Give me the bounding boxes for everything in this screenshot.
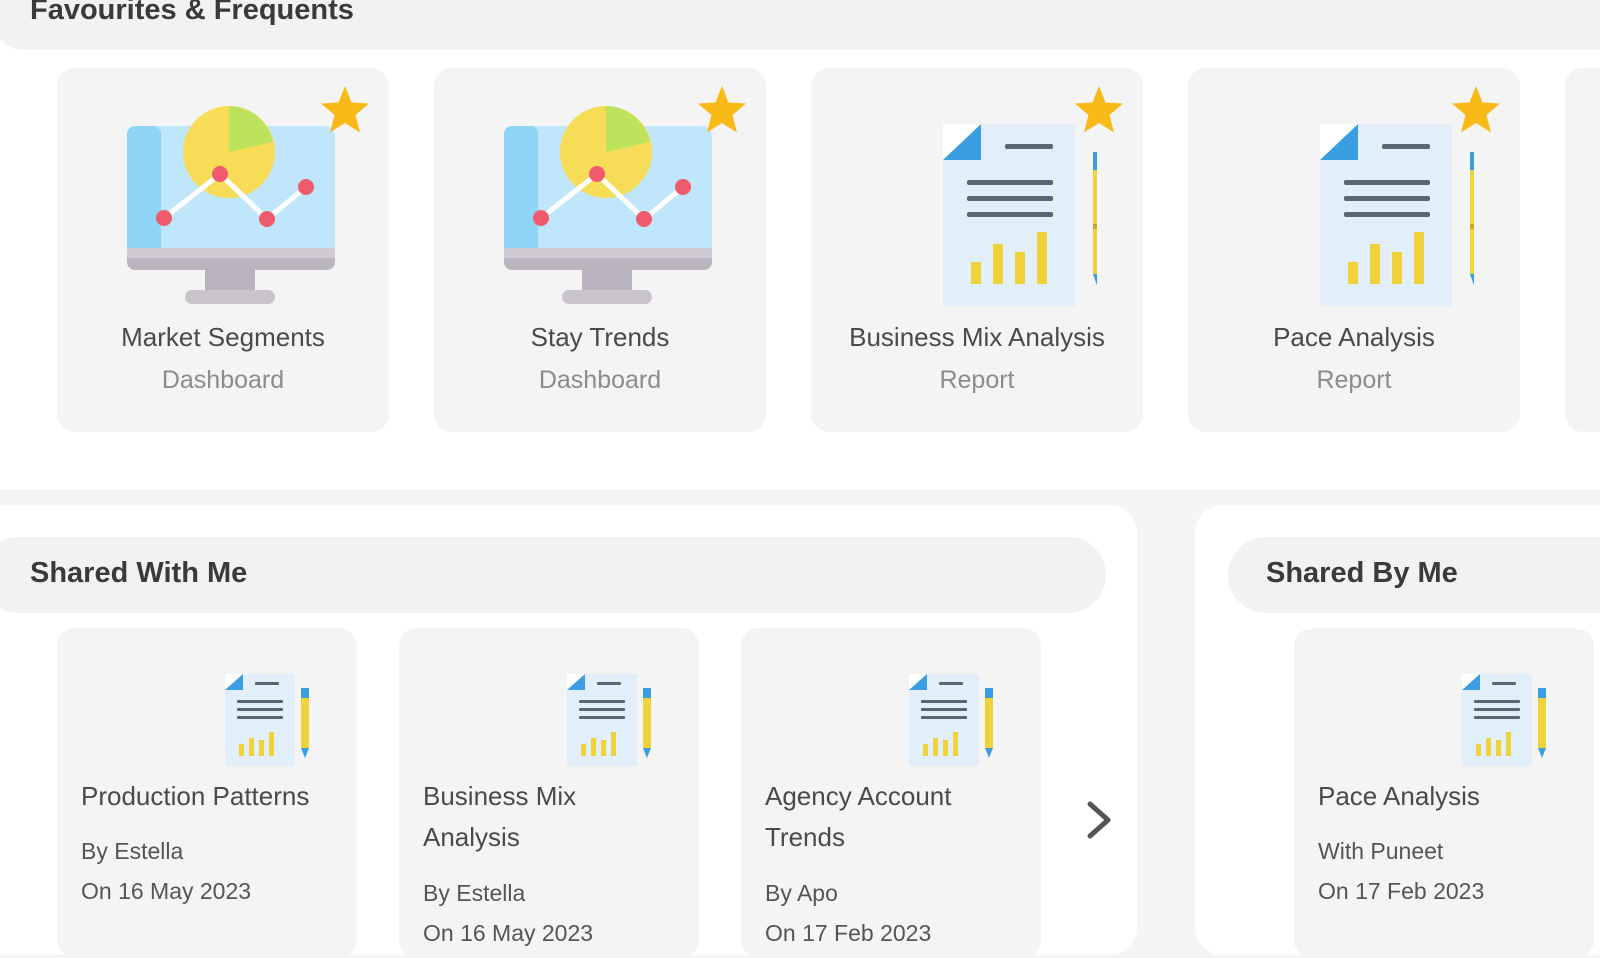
shared-card-title: Production Patterns: [81, 781, 310, 811]
report-document-icon: [1234, 88, 1474, 308]
favourite-card[interactable]: Business Mix Analysis Report: [811, 68, 1143, 432]
star-icon[interactable]: [1073, 84, 1125, 136]
star-icon[interactable]: [696, 84, 748, 136]
shared-date: On 16 May 2023: [81, 878, 252, 904]
favourite-title: Market Segments: [121, 322, 325, 352]
shared-card[interactable]: Production Patterns By Estella On 16 May…: [57, 628, 357, 958]
shared-card-title: Business Mix Analysis: [423, 781, 577, 852]
shared-with: With Puneet: [1318, 838, 1444, 864]
favourite-card[interactable]: Market Segments Dashboard: [57, 68, 389, 432]
shared-by: By Estella: [423, 880, 526, 906]
shared-date: On 16 May 2023: [423, 920, 594, 946]
favourite-title: Pace Analysis: [1273, 322, 1435, 352]
favourite-card-partial[interactable]: [1565, 68, 1600, 432]
report-document-icon: [857, 88, 1097, 308]
star-icon[interactable]: [1450, 84, 1502, 136]
shared-card[interactable]: Pace Analysis With Puneet On 17 Feb 2023: [1294, 628, 1594, 958]
favourite-title: Stay Trends: [530, 322, 670, 352]
favourites-title: Favourites & Frequents: [30, 0, 354, 26]
shared-by: By Estella: [81, 838, 184, 864]
shared-card[interactable]: Business Mix Analysis By Estella On 16 M…: [399, 628, 699, 958]
favourite-type: Dashboard: [538, 366, 662, 394]
monitor-chart-icon: [103, 88, 343, 308]
favourite-type: Report: [939, 366, 1015, 394]
shared-card-title: Agency Account Trends: [765, 781, 952, 852]
favourite-card[interactable]: Pace Analysis Report: [1188, 68, 1520, 432]
shared-date: On 17 Feb 2023: [765, 920, 932, 946]
monitor-chart-icon: [480, 88, 720, 308]
chevron-right-icon[interactable]: [1080, 796, 1120, 844]
report-document-icon: [1454, 670, 1550, 770]
report-document-icon: [559, 670, 655, 770]
favourite-type: Dashboard: [161, 366, 285, 394]
shared-card-title: Pace Analysis: [1318, 781, 1480, 811]
shared-card[interactable]: Agency Account Trends By Apo On 17 Feb 2…: [741, 628, 1041, 958]
favourite-type: Report: [1316, 366, 1392, 394]
report-document-icon: [901, 670, 997, 770]
star-icon[interactable]: [319, 84, 371, 136]
shared-date: On 17 Feb 2023: [1318, 878, 1485, 904]
favourite-title: Business Mix Analysis: [849, 322, 1105, 352]
shared-with-me-title: Shared With Me: [30, 557, 248, 589]
favourite-card[interactable]: Stay Trends Dashboard: [434, 68, 766, 432]
shared-by-me-title: Shared By Me: [1266, 557, 1458, 589]
shared-by: By Apo: [765, 880, 838, 906]
report-document-icon: [217, 670, 313, 770]
